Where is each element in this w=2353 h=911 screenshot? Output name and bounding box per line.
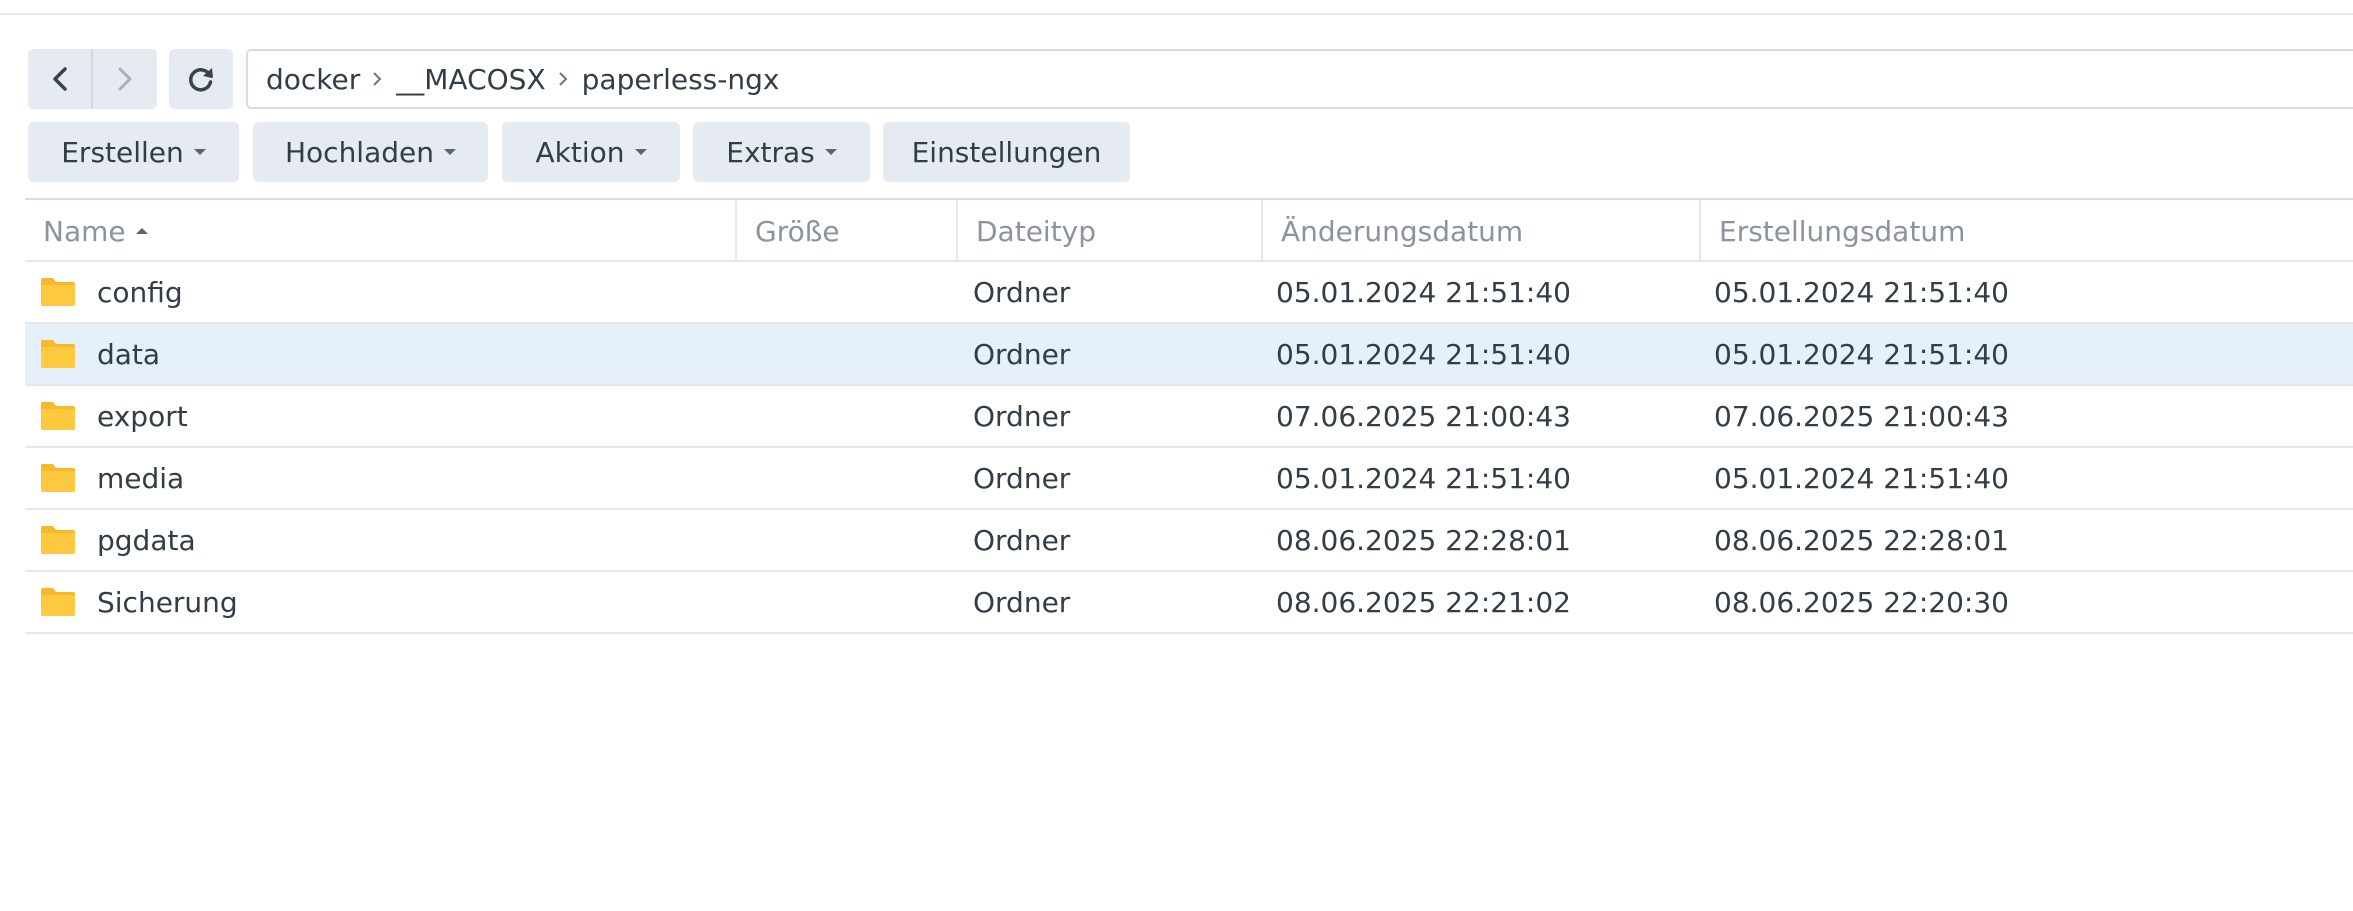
dropdown-caret-icon: [444, 149, 456, 155]
file-name: media: [97, 461, 185, 495]
table-body: config Ordner 05.01.2024 21:51:40 05.01.…: [25, 262, 2353, 634]
settings-button[interactable]: Einstellungen: [883, 122, 1130, 182]
breadcrumb-item[interactable]: paperless-ngx: [582, 63, 780, 96]
created-date: 05.01.2024 21:51:40: [1714, 461, 2009, 495]
upload-button[interactable]: Hochladen: [253, 122, 488, 182]
created-date: 07.06.2025 21:00:43: [1714, 399, 2009, 433]
column-header-created[interactable]: Erstellungsdatum: [1699, 200, 2353, 262]
file-name: export: [97, 399, 188, 433]
created-date: 08.06.2025 22:20:30: [1714, 585, 2009, 619]
dropdown-caret-icon: [824, 149, 837, 155]
file-name: config: [97, 275, 183, 309]
breadcrumb-separator-icon: [558, 71, 568, 87]
modified-date: 05.01.2024 21:51:40: [1276, 275, 1571, 309]
breadcrumb-separator-icon: [372, 71, 382, 87]
file-name: Sicherung: [97, 585, 238, 619]
column-header-name[interactable]: Name: [25, 200, 735, 262]
refresh-button[interactable]: [169, 49, 233, 109]
table-row[interactable]: data Ordner 05.01.2024 21:51:40 05.01.20…: [25, 324, 2353, 386]
action-label: Aktion: [535, 135, 625, 169]
column-header-size[interactable]: Größe: [735, 200, 956, 262]
forward-button[interactable]: [93, 49, 157, 109]
column-header-label: Änderungsdatum: [1281, 214, 1524, 248]
folder-icon: [41, 340, 75, 368]
sort-ascending-icon: [135, 228, 148, 234]
table-row[interactable]: media Ordner 05.01.2024 21:51:40 05.01.2…: [25, 448, 2353, 510]
table-header: Name Größe Dateityp Änderungsdatum Erste…: [25, 198, 2353, 262]
file-type: Ordner: [973, 461, 1071, 495]
dropdown-caret-icon: [634, 149, 647, 155]
column-header-label: Erstellungsdatum: [1719, 214, 1966, 248]
file-type: Ordner: [973, 399, 1071, 433]
back-button[interactable]: [28, 49, 93, 109]
table-row[interactable]: Sicherung Ordner 08.06.2025 22:21:02 08.…: [25, 572, 2353, 634]
column-header-label: Name: [43, 214, 126, 248]
breadcrumb-item[interactable]: docker: [266, 63, 360, 96]
file-table: Name Größe Dateityp Änderungsdatum Erste…: [25, 198, 2353, 634]
dropdown-caret-icon: [193, 149, 206, 155]
folder-icon: [41, 464, 75, 492]
column-header-modified[interactable]: Änderungsdatum: [1261, 200, 1699, 262]
chevron-left-icon: [52, 67, 67, 91]
created-date: 08.06.2025 22:28:01: [1714, 523, 2009, 557]
modified-date: 05.01.2024 21:51:40: [1276, 337, 1571, 371]
file-name: pgdata: [97, 523, 196, 557]
file-type: Ordner: [973, 523, 1071, 557]
folder-icon: [41, 278, 75, 306]
table-row[interactable]: config Ordner 05.01.2024 21:51:40 05.01.…: [25, 262, 2353, 324]
column-header-label: Dateityp: [976, 214, 1097, 248]
folder-icon: [41, 588, 75, 616]
refresh-icon: [189, 68, 213, 92]
column-header-type[interactable]: Dateityp: [956, 200, 1261, 262]
column-header-label: Größe: [755, 214, 840, 248]
modified-date: 08.06.2025 22:28:01: [1276, 523, 1571, 557]
file-type: Ordner: [973, 585, 1071, 619]
settings-label: Einstellungen: [911, 135, 1102, 169]
created-date: 05.01.2024 21:51:40: [1714, 275, 2009, 309]
breadcrumb[interactable]: docker __MACOSX paperless-ngx: [246, 49, 2353, 109]
file-type: Ordner: [973, 337, 1071, 371]
file-name: data: [97, 337, 161, 371]
create-label: Erstellen: [61, 135, 184, 169]
table-row[interactable]: export Ordner 07.06.2025 21:00:43 07.06.…: [25, 386, 2353, 448]
upload-label: Hochladen: [284, 135, 434, 169]
created-date: 05.01.2024 21:51:40: [1714, 337, 2009, 371]
top-divider: [0, 13, 2353, 15]
folder-icon: [41, 526, 75, 554]
breadcrumb-item[interactable]: __MACOSX: [396, 63, 545, 96]
extras-button[interactable]: Extras: [693, 122, 870, 182]
folder-icon: [41, 402, 75, 430]
history-nav-group: [28, 49, 157, 109]
chevron-right-icon: [118, 67, 132, 91]
modified-date: 08.06.2025 22:21:02: [1276, 585, 1571, 619]
action-button[interactable]: Aktion: [502, 122, 680, 182]
modified-date: 07.06.2025 21:00:43: [1276, 399, 1571, 433]
table-row[interactable]: pgdata Ordner 08.06.2025 22:28:01 08.06.…: [25, 510, 2353, 572]
modified-date: 05.01.2024 21:51:40: [1276, 461, 1571, 495]
create-button[interactable]: Erstellen: [28, 122, 239, 182]
file-type: Ordner: [973, 275, 1071, 309]
extras-label: Extras: [726, 135, 815, 169]
